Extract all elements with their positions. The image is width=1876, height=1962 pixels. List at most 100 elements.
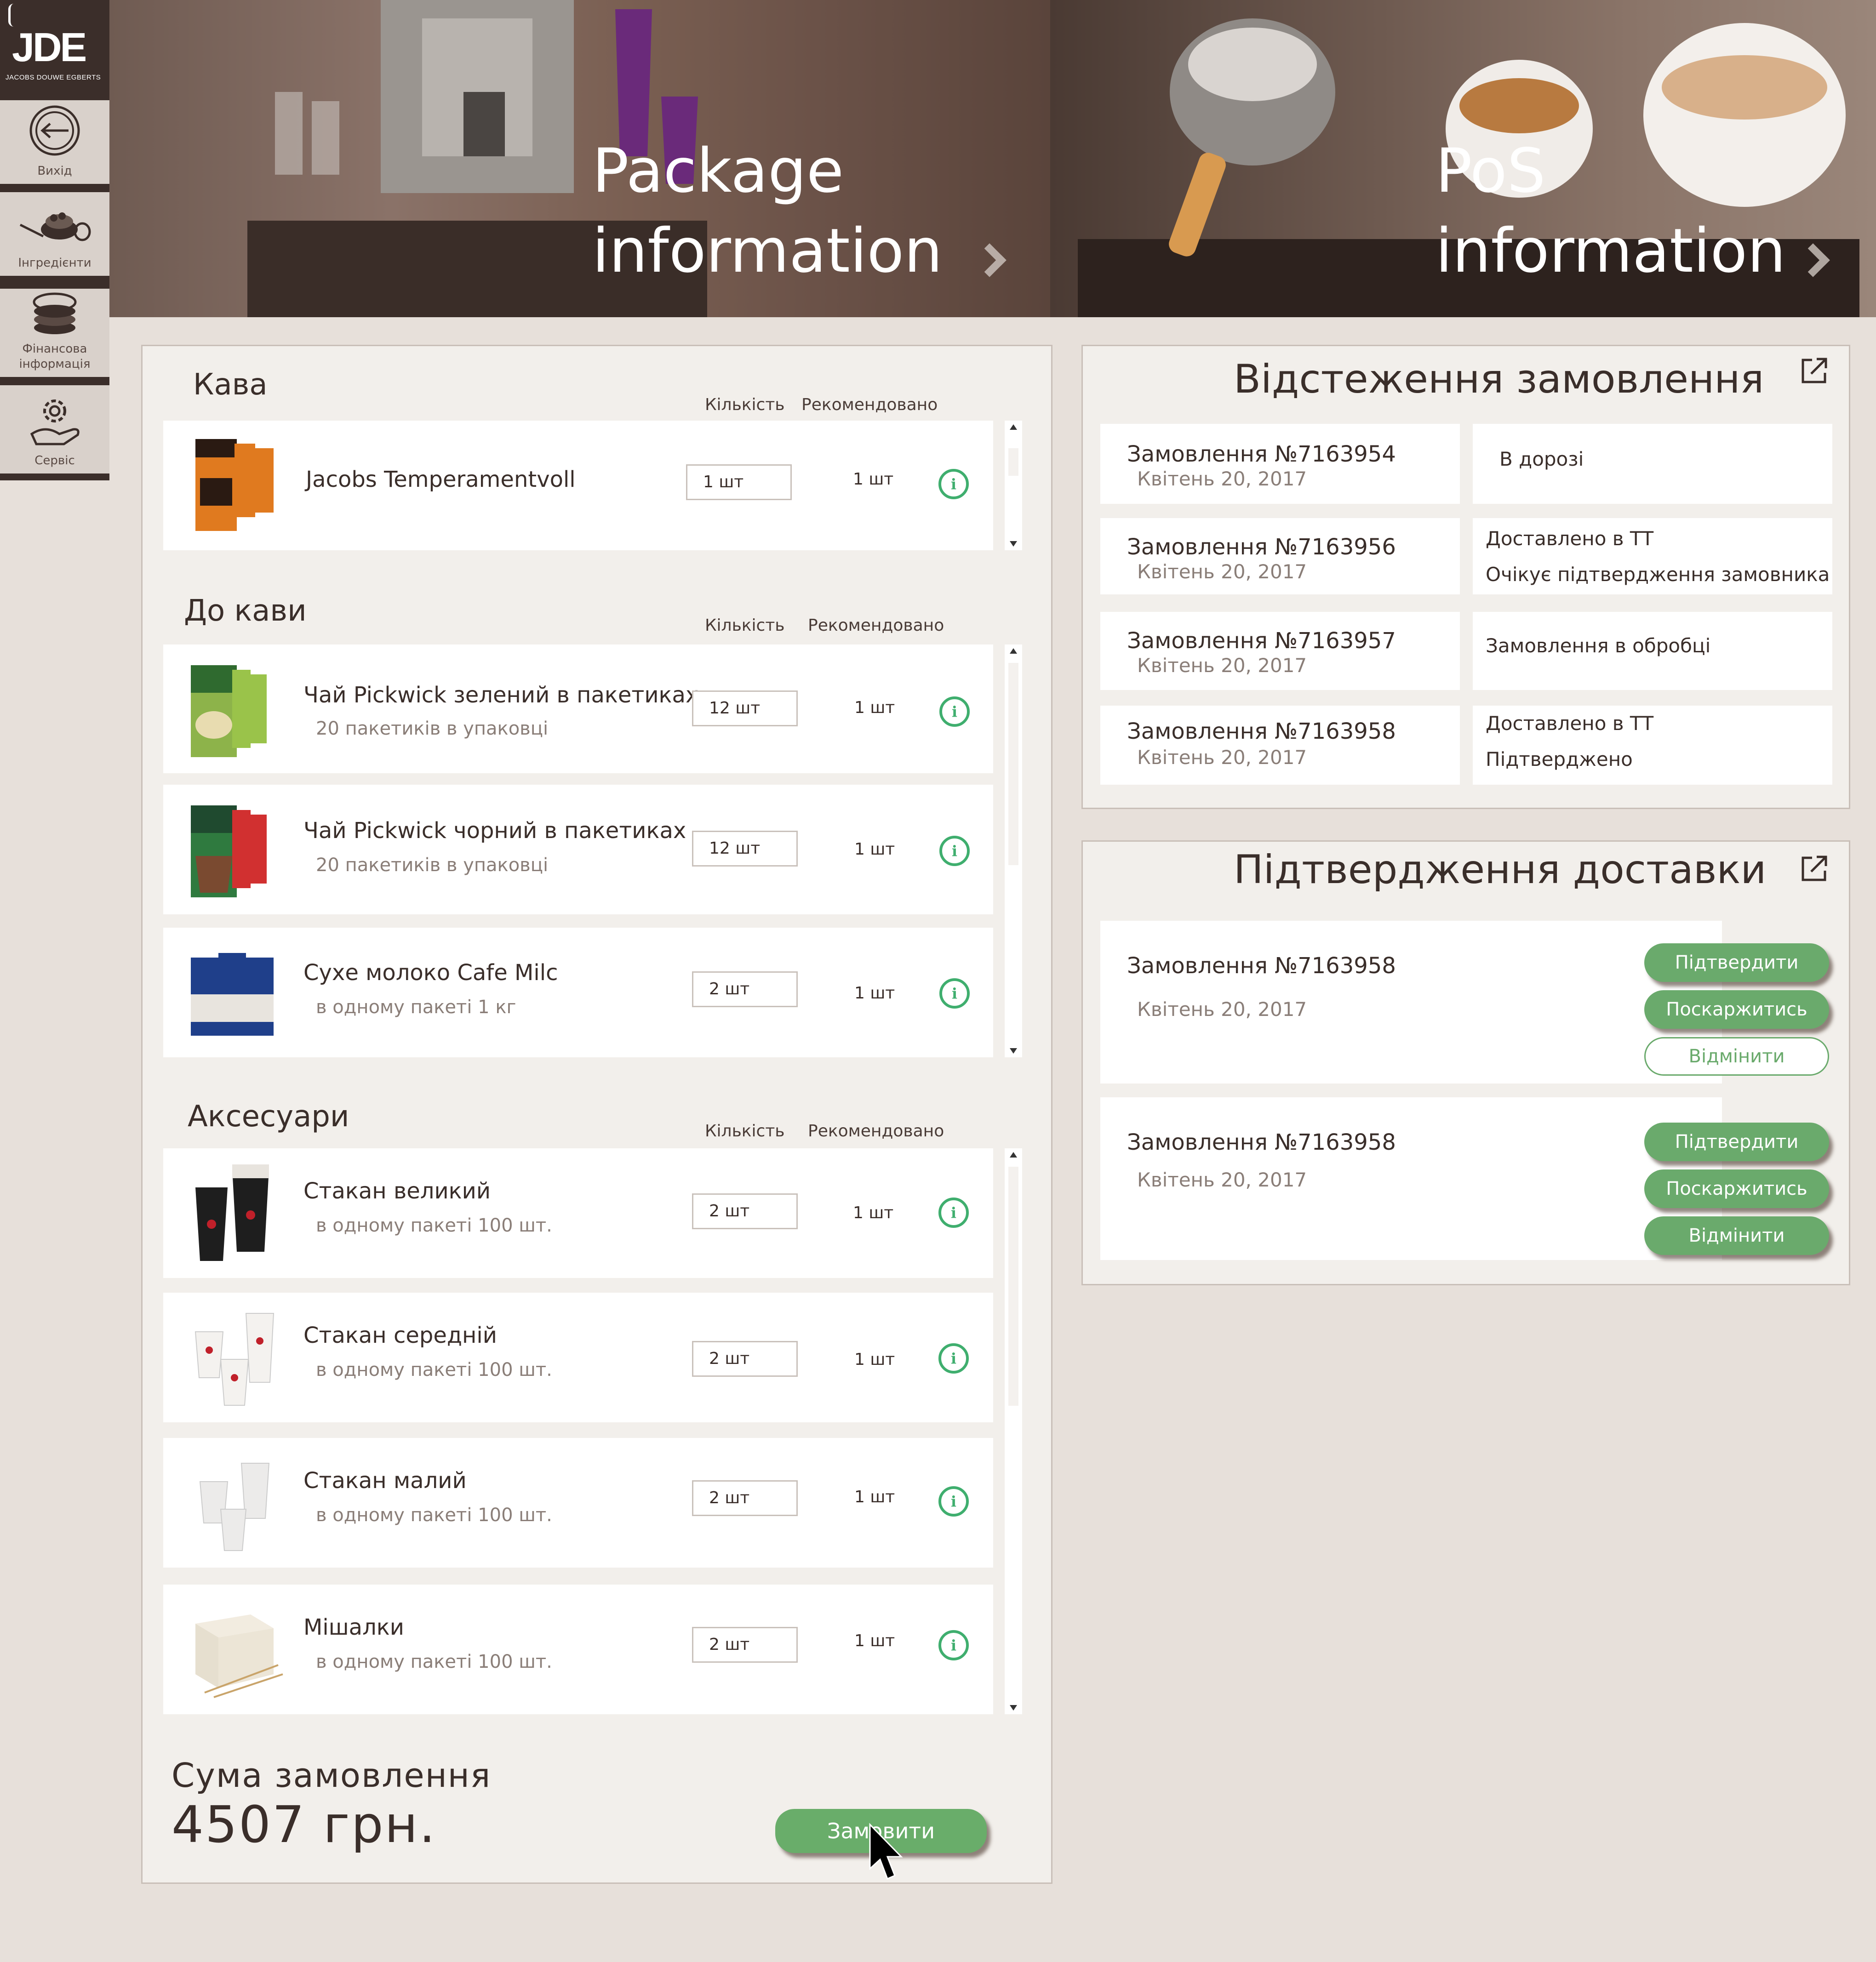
product-description: в одному пакеті 100 шт. bbox=[316, 1651, 552, 1672]
confirm-button[interactable]: Підтвердити bbox=[1644, 1123, 1829, 1161]
package-banner-title-line2: information bbox=[592, 216, 943, 286]
product-name: Мішалки bbox=[303, 1614, 404, 1640]
order-date: Квітень 20, 2017 bbox=[1137, 1169, 1307, 1191]
scroll-down-icon[interactable] bbox=[1010, 541, 1017, 547]
order-sum-label: Сума замовлення bbox=[172, 1756, 492, 1795]
scrollbar[interactable] bbox=[1005, 421, 1022, 550]
tracking-order-card[interactable]: Замовлення №7163958 Квітень 20, 2017 bbox=[1100, 706, 1460, 785]
quantity-input[interactable]: 2 шт bbox=[692, 1627, 798, 1663]
product-description: 20 пакетиків в упаковці bbox=[316, 855, 549, 876]
section-title-for-coffee: До кави bbox=[184, 594, 307, 628]
cancel-button[interactable]: Відмінити bbox=[1644, 1216, 1829, 1255]
scrollbar[interactable] bbox=[1005, 644, 1022, 1057]
recommended-value: 1 шт bbox=[853, 1203, 894, 1222]
scroll-down-icon[interactable] bbox=[1010, 1048, 1017, 1054]
list-item: Сухе молоко Cafe Milc в одному пакеті 1 … bbox=[163, 928, 993, 1057]
list-item: Стакан середній в одному пакеті 100 шт. … bbox=[163, 1293, 993, 1422]
external-link-icon[interactable] bbox=[1800, 356, 1829, 385]
sidebar-item-label: Фінансова інформація bbox=[19, 342, 91, 371]
quantity-input[interactable]: 12 шт bbox=[692, 690, 798, 726]
sidebar-item-finance[interactable]: Фінансова інформація bbox=[0, 289, 109, 381]
product-name: Jacobs Temperamentvoll bbox=[306, 467, 576, 492]
scrollbar[interactable] bbox=[1005, 1148, 1022, 1714]
product-description: в одному пакеті 100 шт. bbox=[316, 1215, 552, 1236]
product-name: Сухе молоко Cafe Milc bbox=[303, 960, 558, 986]
sidebar-item-service[interactable]: Сервіс bbox=[0, 385, 109, 477]
quantity-input[interactable]: 1 шт bbox=[686, 464, 792, 500]
list-item: Чай Pickwick зелений в пакетиках 20 паке… bbox=[163, 644, 993, 773]
scroll-up-icon[interactable] bbox=[1010, 648, 1017, 654]
product-image-coffee bbox=[195, 439, 274, 531]
scroll-thumb[interactable] bbox=[1008, 1167, 1018, 1406]
quantity-input[interactable]: 2 шт bbox=[692, 1193, 798, 1229]
package-information-banner[interactable]: Package information bbox=[109, 0, 1050, 317]
order-date: Квітень 20, 2017 bbox=[1137, 654, 1307, 677]
product-image-stirrers bbox=[195, 1614, 283, 1698]
product-name: Чай Pickwick чорний в пакетиках bbox=[303, 818, 686, 844]
tracking-status-card: Доставлено в ТТ Очікує підтвердження зам… bbox=[1473, 518, 1832, 594]
order-number: Замовлення №7163956 bbox=[1127, 534, 1396, 560]
column-header-recommended: Рекомендовано bbox=[808, 1122, 944, 1141]
order-number: Замовлення №7163958 bbox=[1127, 1129, 1396, 1155]
recommended-value: 1 шт bbox=[854, 984, 895, 1003]
tracking-order-card[interactable]: Замовлення №7163956 Квітень 20, 2017 bbox=[1100, 518, 1460, 594]
info-icon[interactable]: i bbox=[938, 1486, 969, 1517]
order-status: Замовлення в обробці bbox=[1486, 634, 1711, 657]
sidebar-item-exit[interactable]: Вихід bbox=[0, 100, 109, 188]
quantity-input[interactable]: 2 шт bbox=[692, 1341, 798, 1377]
product-image-dry-milk bbox=[191, 953, 274, 1036]
sidebar-item-label: Інгредієнти bbox=[18, 256, 92, 270]
tracking-order-card[interactable]: Замовлення №7163954 Квітень 20, 2017 bbox=[1100, 424, 1460, 504]
info-icon[interactable]: i bbox=[938, 1343, 969, 1374]
product-description: 20 пакетиків в упаковці bbox=[316, 718, 549, 739]
cancel-button[interactable]: Відмінити bbox=[1644, 1037, 1829, 1076]
recommended-value: 1 шт bbox=[854, 1350, 895, 1369]
confirm-button[interactable]: Підтвердити bbox=[1644, 943, 1829, 982]
order-number: Замовлення №7163954 bbox=[1127, 441, 1396, 467]
product-description: в одному пакеті 100 шт. bbox=[316, 1505, 552, 1526]
info-icon[interactable]: i bbox=[939, 696, 970, 727]
scroll-thumb[interactable] bbox=[1008, 663, 1018, 865]
quantity-input[interactable]: 2 шт bbox=[692, 1480, 798, 1516]
scroll-down-icon[interactable] bbox=[1010, 1705, 1017, 1711]
delivery-order-card: Замовлення №7163958 Квітень 20, 2017 bbox=[1100, 1097, 1722, 1260]
info-icon[interactable]: i bbox=[938, 1630, 969, 1660]
order-status: Доставлено в ТТ bbox=[1486, 527, 1654, 550]
scroll-up-icon[interactable] bbox=[1010, 1152, 1017, 1158]
complain-button[interactable]: Поскаржитись bbox=[1644, 1169, 1829, 1208]
info-icon[interactable]: i bbox=[939, 836, 970, 866]
info-icon[interactable]: i bbox=[938, 1198, 969, 1228]
delivery-order-card: Замовлення №7163958 Квітень 20, 2017 bbox=[1100, 921, 1722, 1084]
info-icon[interactable]: i bbox=[939, 978, 970, 1009]
scroll-up-icon[interactable] bbox=[1010, 424, 1017, 430]
quantity-input[interactable]: 2 шт bbox=[692, 971, 798, 1007]
pos-information-banner[interactable]: PoS information bbox=[1050, 0, 1876, 317]
tracking-order-card[interactable]: Замовлення №7163957 Квітень 20, 2017 bbox=[1100, 612, 1460, 690]
order-status: Доставлено в ТТ bbox=[1486, 712, 1654, 735]
recommended-value: 1 шт bbox=[854, 840, 895, 859]
order-status: В дорозі bbox=[1499, 448, 1584, 470]
chevron-right-icon bbox=[972, 243, 1007, 277]
pos-banner-title-line2: information bbox=[1436, 216, 1786, 286]
external-link-icon[interactable] bbox=[1800, 854, 1829, 883]
recommended-value: 1 шт bbox=[854, 698, 895, 717]
ingredients-icon bbox=[19, 212, 91, 241]
logo-drip-icon bbox=[8, 4, 15, 27]
order-date: Квітень 20, 2017 bbox=[1137, 746, 1307, 769]
order-status-detail: Підтверджено bbox=[1486, 748, 1633, 770]
quantity-input[interactable]: 12 шт bbox=[692, 831, 798, 867]
product-image-large-cup bbox=[195, 1164, 269, 1261]
complain-button[interactable]: Поскаржитись bbox=[1644, 990, 1829, 1029]
info-icon[interactable]: i bbox=[938, 469, 969, 499]
recommended-value: 1 шт bbox=[854, 1631, 895, 1650]
sidebar-item-ingredients[interactable]: Інгредієнти bbox=[0, 192, 109, 279]
pos-banner-title-line1: PoS bbox=[1436, 136, 1546, 206]
column-header-recommended: Рекомендовано bbox=[808, 616, 944, 635]
scroll-thumb[interactable] bbox=[1008, 448, 1018, 476]
product-name: Стакан малий bbox=[303, 1468, 467, 1494]
order-date: Квітень 20, 2017 bbox=[1137, 560, 1307, 583]
section-title-accessories: Аксесуари bbox=[188, 1100, 349, 1134]
column-header-recommended: Рекомендовано bbox=[801, 395, 938, 414]
list-item: Стакан малий в одному пакеті 100 шт. 2 ш… bbox=[163, 1438, 993, 1568]
list-item: Jacobs Temperamentvoll 1 шт 1 шт i bbox=[163, 421, 993, 550]
